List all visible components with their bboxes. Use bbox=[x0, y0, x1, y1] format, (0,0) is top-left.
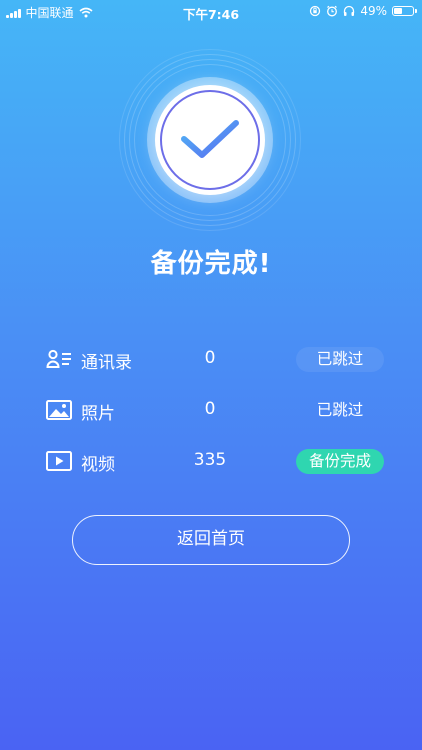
result-row-photos: 照片 0 已跳过 bbox=[0, 395, 422, 425]
success-badge bbox=[155, 85, 265, 195]
result-row-videos: 视频 335 备份完成 bbox=[0, 446, 422, 476]
photo-icon bbox=[46, 398, 72, 422]
battery-percent: 49% bbox=[360, 4, 387, 18]
video-icon bbox=[46, 449, 72, 473]
orientation-lock-icon bbox=[310, 5, 321, 17]
result-count: 0 bbox=[204, 348, 216, 368]
result-count: 335 bbox=[193, 450, 227, 470]
result-label: 视频 bbox=[81, 455, 115, 475]
status-badge: 已跳过 bbox=[296, 347, 384, 372]
status-badge: 已跳过 bbox=[316, 401, 364, 419]
status-bar: 中国联通 下午7:46 49% bbox=[0, 0, 422, 24]
contacts-icon bbox=[46, 347, 72, 371]
result-row-contacts: 通讯录 0 已跳过 bbox=[0, 344, 422, 374]
back-home-button[interactable]: 返回首页 bbox=[72, 515, 350, 565]
battery-level bbox=[394, 8, 402, 14]
alarm-icon bbox=[327, 5, 338, 17]
result-count: 0 bbox=[204, 399, 216, 419]
result-label: 照片 bbox=[81, 404, 115, 424]
page-title: 备份完成! bbox=[150, 249, 272, 279]
status-bar-right: 49% bbox=[309, 4, 417, 18]
checkmark-icon bbox=[181, 120, 239, 158]
battery-icon bbox=[392, 6, 417, 16]
result-label: 通讯录 bbox=[81, 353, 132, 373]
headphones-icon bbox=[344, 5, 355, 16]
status-badge: 备份完成 bbox=[296, 449, 384, 474]
success-badge-ring bbox=[160, 90, 260, 190]
